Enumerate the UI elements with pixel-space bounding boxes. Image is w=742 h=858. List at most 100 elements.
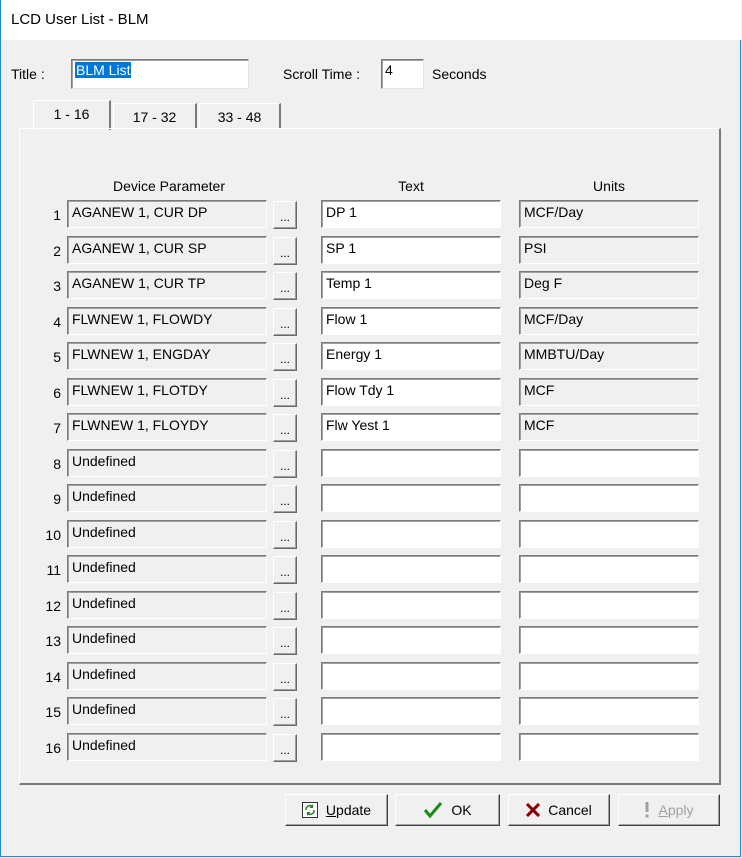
browse-button[interactable]: ... (273, 663, 297, 691)
device-parameter-field: Undefined (67, 591, 267, 619)
device-parameter-field: Undefined (67, 520, 267, 548)
device-parameter-field: AGANEW 1, CUR DP (67, 200, 267, 228)
text-header: Text (398, 178, 424, 194)
window-title: LCD User List - BLM (11, 11, 149, 28)
text-input[interactable] (321, 449, 501, 477)
units-field[interactable] (519, 662, 699, 690)
row-number: 14 (45, 669, 61, 685)
row-number: 13 (45, 633, 61, 649)
text-input[interactable]: SP 1 (321, 236, 501, 264)
browse-button[interactable]: ... (273, 343, 297, 371)
tab-label: 33 - 48 (217, 109, 262, 125)
units-field: MCF (519, 378, 699, 406)
cancel-button-label: Cancel (548, 802, 592, 818)
row-number: 11 (46, 562, 61, 578)
scroll-time-input[interactable]: 4 (381, 59, 424, 89)
tab-label: 1 - 16 (53, 106, 90, 122)
browse-button[interactable]: ... (273, 272, 297, 300)
apply-button[interactable]: Apply (618, 794, 720, 826)
text-input[interactable]: Flow 1 (321, 307, 501, 335)
device-parameter-field: Undefined (67, 662, 267, 690)
units-field: Deg F (519, 271, 699, 299)
browse-button[interactable]: ... (273, 414, 297, 442)
device-parameter-field: Undefined (67, 449, 267, 477)
units-field: MMBTU/Day (519, 342, 699, 370)
browse-button[interactable]: ... (273, 556, 297, 584)
units-header: Units (593, 178, 625, 194)
update-button[interactable]: Update (285, 794, 388, 826)
browse-button[interactable]: ... (273, 485, 297, 513)
row-number: 5 (53, 349, 61, 365)
text-input[interactable] (321, 591, 501, 619)
browse-button[interactable]: ... (273, 237, 297, 265)
browse-button[interactable]: ... (273, 450, 297, 478)
device-parameter-field: Undefined (67, 733, 267, 761)
apply-button-label: Apply (658, 802, 694, 818)
row-number: 12 (45, 598, 61, 614)
units-field[interactable] (519, 697, 699, 725)
units-field: MCF (519, 413, 699, 441)
text-input[interactable] (321, 697, 501, 725)
browse-button[interactable]: ... (273, 521, 297, 549)
text-input[interactable]: Energy 1 (321, 342, 501, 370)
text-input[interactable]: DP 1 (321, 200, 501, 228)
row-number: 9 (53, 491, 61, 507)
browse-button[interactable]: ... (273, 379, 297, 407)
device-parameter-field: Undefined (67, 555, 267, 583)
device-parameter-field: Undefined (67, 626, 267, 654)
browse-button[interactable]: ... (273, 201, 297, 229)
units-field[interactable] (519, 626, 699, 654)
device-parameter-header: Device Parameter (112, 178, 226, 194)
tab-1-16[interactable]: 1 - 16 (33, 100, 111, 130)
text-input[interactable] (321, 555, 501, 583)
device-parameter-field: FLWNEW 1, FLOWDY (67, 307, 267, 335)
text-input[interactable]: Temp 1 (321, 271, 501, 299)
text-input[interactable] (321, 662, 501, 690)
units-field: MCF/Day (519, 307, 699, 335)
text-input[interactable] (321, 520, 501, 548)
tab-33-48[interactable]: 33 - 48 (199, 103, 281, 129)
refresh-icon (301, 802, 318, 818)
update-button-label: Update (325, 802, 372, 818)
title-input[interactable]: BLM List (71, 59, 249, 89)
units-field[interactable] (519, 520, 699, 548)
browse-button[interactable]: ... (273, 734, 297, 762)
row-number: 10 (45, 527, 61, 543)
units-field[interactable] (519, 484, 699, 512)
row-number: 3 (53, 278, 61, 294)
exclamation-icon (644, 802, 650, 818)
title-bar: LCD User List - BLM (1, 0, 741, 40)
browse-button[interactable]: ... (273, 698, 297, 726)
units-field[interactable] (519, 733, 699, 761)
cancel-button[interactable]: Cancel (508, 794, 610, 826)
browse-button[interactable]: ... (273, 592, 297, 620)
text-input[interactable]: Flow Tdy 1 (321, 378, 501, 406)
dialog-window: LCD User List - BLM Title : BLM List Scr… (0, 0, 741, 857)
device-parameter-field: AGANEW 1, CUR SP (67, 236, 267, 264)
device-parameter-field: FLWNEW 1, ENGDAY (67, 342, 267, 370)
tab-label: 17 - 32 (132, 109, 177, 125)
text-input[interactable] (321, 484, 501, 512)
device-parameter-field: FLWNEW 1, FLOYDY (67, 413, 267, 441)
units-field[interactable] (519, 449, 699, 477)
row-number: 16 (45, 740, 61, 756)
ok-button-label: OK (451, 802, 472, 818)
ok-button[interactable]: OK (395, 794, 500, 826)
row-number: 4 (53, 314, 61, 330)
text-input[interactable] (321, 626, 501, 654)
units-field: MCF/Day (519, 200, 699, 228)
row-number: 8 (53, 456, 61, 472)
units-field: PSI (519, 236, 699, 264)
units-field[interactable] (519, 555, 699, 583)
seconds-label: Seconds (432, 66, 487, 82)
browse-button[interactable]: ... (273, 627, 297, 655)
text-input[interactable] (321, 733, 501, 761)
device-parameter-field: Undefined (67, 484, 267, 512)
browse-button[interactable]: ... (273, 308, 297, 336)
title-label: Title : (11, 66, 45, 82)
units-field[interactable] (519, 591, 699, 619)
tab-17-32[interactable]: 17 - 32 (113, 103, 197, 129)
title-input-value: BLM List (75, 62, 132, 78)
checkmark-icon (423, 801, 443, 819)
text-input[interactable]: Flw Yest 1 (321, 413, 501, 441)
